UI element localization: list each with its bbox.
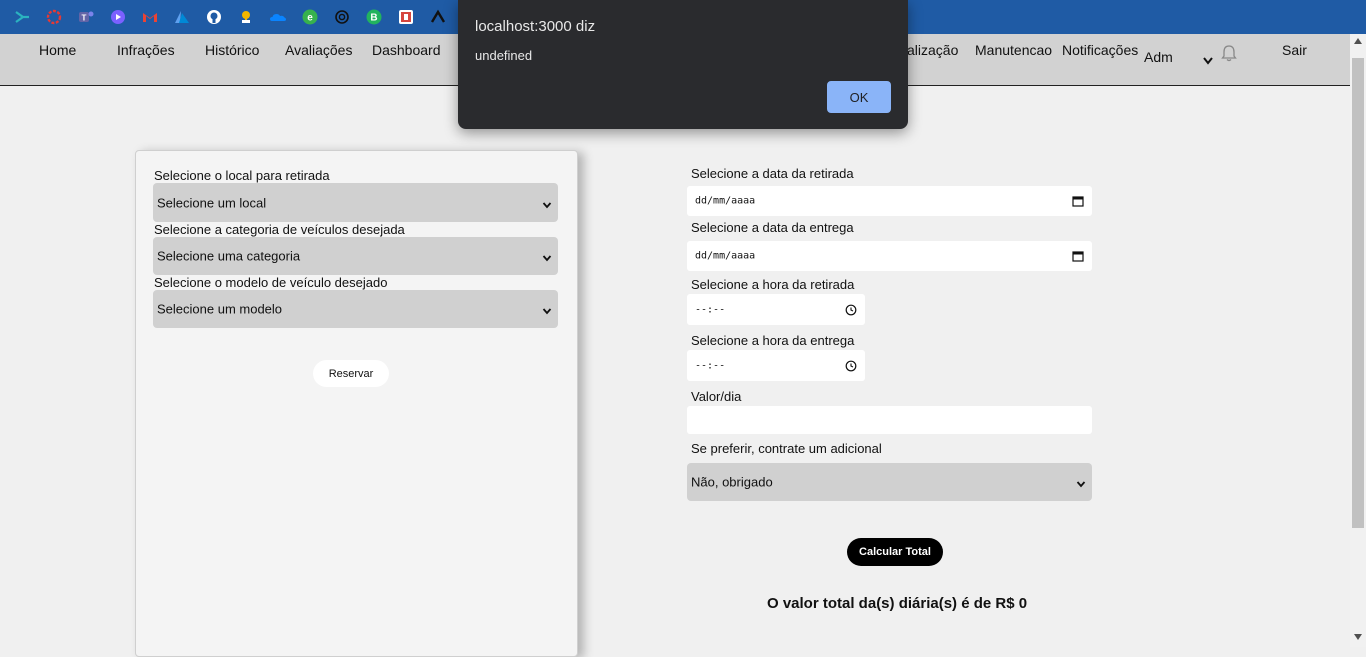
chevron-down-icon [542, 198, 552, 208]
clipchamp-icon[interactable] [109, 8, 127, 26]
nav-notificacoes[interactable]: Notificações [1062, 42, 1138, 58]
user-dropdown-label[interactable]: Adm [1144, 49, 1173, 65]
clock-icon[interactable] [845, 304, 857, 316]
data-retirada-label: Selecione a data da retirada [691, 166, 854, 181]
hora-retirada-input[interactable]: --:-- [687, 294, 865, 325]
local-select-value: Selecione um local [157, 195, 267, 210]
modelo-select[interactable]: Selecione um modelo [153, 290, 558, 328]
adicional-select-value: Não, obrigado [691, 474, 773, 490]
categoria-select[interactable]: Selecione uma categoria [153, 237, 558, 275]
openai-icon[interactable] [333, 8, 351, 26]
svg-text:e: e [307, 13, 313, 24]
b-icon[interactable]: B [365, 8, 383, 26]
teams-icon[interactable]: T [77, 8, 95, 26]
data-retirada-input[interactable]: dd/mm/aaaa [687, 186, 1092, 216]
scrollbar-thumb[interactable] [1352, 58, 1364, 528]
e-icon[interactable]: e [301, 8, 319, 26]
trophy-icon[interactable] [237, 8, 255, 26]
chevron-down-icon [542, 251, 552, 262]
arrow-icon[interactable] [13, 8, 31, 26]
onedrive-icon[interactable] [269, 8, 287, 26]
total-value-text: O valor total da(s) diária(s) é de R$ 0 [767, 595, 1028, 612]
bell-icon[interactable] [1221, 44, 1237, 62]
calculate-total-button[interactable]: Calcular Total [847, 538, 943, 566]
azure-icon[interactable] [173, 8, 191, 26]
hora-entrega-input[interactable]: --:-- [687, 350, 865, 381]
photo-icon[interactable] [397, 8, 415, 26]
gmail-icon[interactable] [141, 8, 159, 26]
svg-text:T: T [82, 14, 87, 23]
hora-entrega-placeholder: --:-- [695, 360, 726, 371]
reserve-button[interactable]: Reservar [313, 360, 389, 387]
nav-manutencao[interactable]: Manutencao [975, 42, 1052, 58]
data-retirada-placeholder: dd/mm/aaaa [695, 195, 756, 207]
adicional-label: Se preferir, contrate um adicional [691, 441, 882, 456]
nav-home[interactable]: Home [39, 42, 76, 58]
alert-dialog: localhost:3000 diz undefined OK [458, 0, 908, 129]
categoria-label: Selecione a categoria de veículos deseja… [154, 222, 405, 237]
dialog-title: localhost:3000 diz [475, 18, 596, 35]
github-icon[interactable] [205, 8, 223, 26]
data-entrega-input[interactable]: dd/mm/aaaa [687, 241, 1092, 271]
categoria-select-value: Selecione uma categoria [157, 248, 301, 264]
data-entrega-label: Selecione a data da entrega [691, 220, 854, 235]
clock-icon[interactable] [845, 360, 857, 372]
nav-historico[interactable]: Histórico [205, 42, 259, 58]
adicional-select[interactable]: Não, obrigado [687, 463, 1092, 501]
ok-button[interactable]: OK [827, 81, 891, 113]
svg-text:B: B [370, 13, 377, 24]
modelo-label: Selecione o modelo de veículo desejado [154, 275, 388, 290]
chevron-down-icon[interactable] [1202, 53, 1214, 65]
modelo-select-value: Selecione um modelo [157, 301, 283, 317]
nav-dashboard[interactable]: Dashboard [372, 42, 441, 58]
ring-icon[interactable] [45, 8, 63, 26]
scroll-up-icon[interactable] [1354, 38, 1362, 44]
valor-dia-input[interactable] [687, 406, 1092, 434]
hora-retirada-label: Selecione a hora da retirada [691, 277, 855, 292]
nav-infracoes[interactable]: Infrações [117, 42, 175, 58]
reservation-card: Selecione o local para retirada Selecion… [135, 150, 578, 657]
hora-entrega-label: Selecione a hora da entrega [691, 333, 855, 348]
chevron-down-icon [542, 304, 552, 315]
nav-localizacao[interactable]: calização [900, 42, 958, 58]
chevron-down-icon [1076, 477, 1086, 488]
lambda-icon[interactable] [429, 8, 447, 26]
calendar-icon[interactable] [1072, 250, 1084, 262]
hora-retirada-placeholder: --:-- [695, 304, 726, 315]
scroll-down-icon[interactable] [1354, 634, 1362, 640]
dialog-message: undefined [475, 48, 533, 63]
calendar-icon[interactable] [1072, 195, 1084, 207]
local-label: Selecione o local para retirada [154, 168, 330, 183]
logout-link[interactable]: Sair [1282, 42, 1307, 58]
local-select[interactable]: Selecione um local [153, 183, 558, 222]
nav-avaliacoes[interactable]: Avaliações [285, 42, 352, 58]
valor-dia-label: Valor/dia [691, 389, 742, 404]
data-entrega-placeholder: dd/mm/aaaa [695, 250, 756, 262]
